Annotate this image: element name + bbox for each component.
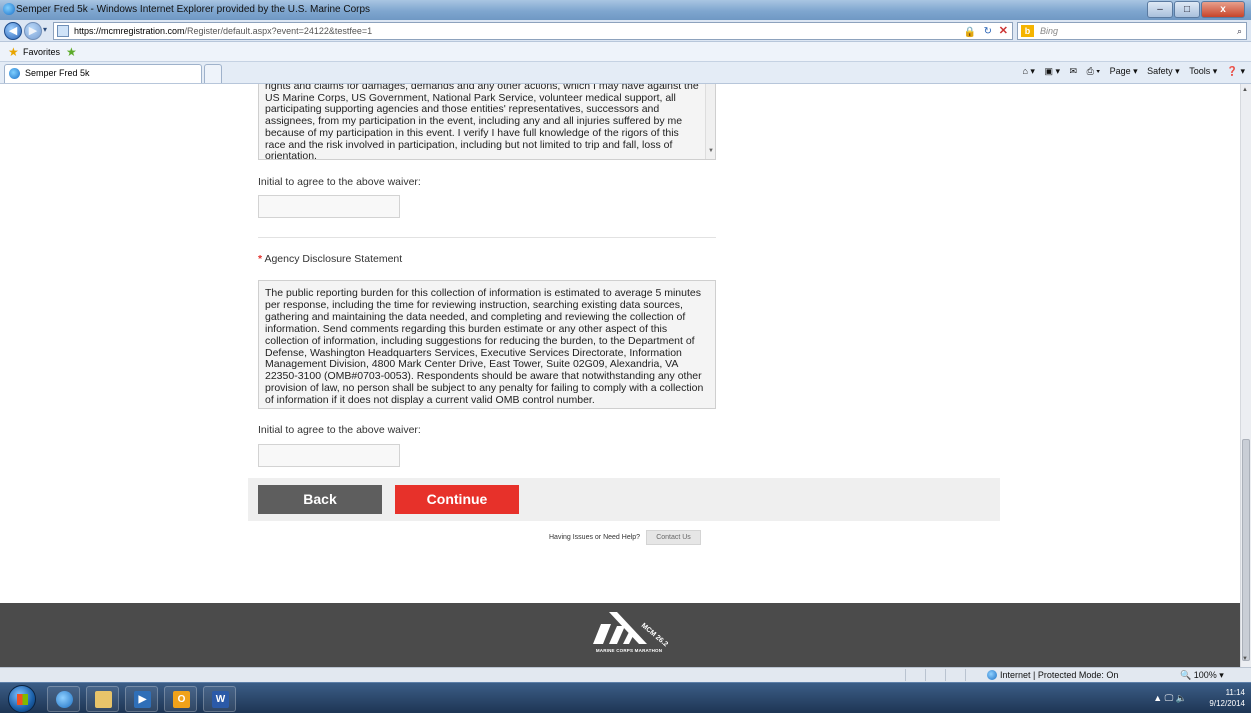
scroll-down-icon[interactable]: ▼ [1242,656,1248,662]
taskbar-ie[interactable] [47,686,80,712]
taskbar-explorer[interactable] [86,686,119,712]
address-row: ◀ ▶ ▾ https://mcmregistration.com/Regist… [0,20,1251,42]
taskbar: ▶ O W ▲ 🖵 🔈 11:14 9/12/2014 [0,682,1251,713]
address-input[interactable]: https://mcmregistration.com/Register/def… [53,22,1013,40]
print-icon[interactable]: ⎙ ▾ [1087,66,1100,76]
help-menu[interactable]: ❓ ▾ [1227,66,1245,76]
title-bar: Semper Fred 5k - Windows Internet Explor… [0,0,1251,20]
status-bar: Internet | Protected Mode: On 🔍 100% ▾ [0,667,1251,682]
url-path: /Register/default.aspx?event=24122&testf… [184,26,373,36]
page-icon [57,25,69,37]
back-nav-button[interactable]: ◀ [4,22,22,40]
media-player-icon: ▶ [134,691,151,708]
safety-menu[interactable]: Safety ▾ [1147,66,1180,76]
logo-text: MARINE CORPS MARATHON [595,648,663,653]
search-icon[interactable]: ⌕ [1237,23,1242,39]
status-separator [905,669,906,681]
scroll-thumb[interactable] [1242,439,1250,661]
back-button[interactable]: Back [258,485,382,514]
waiver-textbox[interactable]: rights and claims for damages, demands a… [258,84,716,160]
initial-input-2[interactable] [258,444,400,467]
initial-label-2: Initial to agree to the above waiver: [258,424,421,436]
tab-semper-fred[interactable]: Semper Fred 5k [4,64,202,83]
waiver-text: rights and claims for damages, demands a… [265,84,699,160]
window-controls: – □ x [1146,1,1245,18]
globe-icon [987,670,997,680]
stop-icon[interactable]: ✕ [999,23,1008,39]
section-divider [258,237,716,238]
scroll-up-icon[interactable]: ▲ [1242,87,1248,93]
help-text: Having Issues or Need Help? [549,534,641,541]
initial-label-1: Initial to agree to the above waiver: [258,176,421,188]
zoom-text: 100% [1193,670,1217,680]
minimize-button[interactable]: – [1147,1,1173,18]
command-bar: ⌂ ▾ ▣ ▾ ✉ ⎙ ▾ Page ▾ Safety ▾ Tools ▾ ❓ … [1016,66,1246,77]
clock-date[interactable]: 9/12/2014 [1209,698,1245,709]
logo-badge: MCM 26.2 [640,622,669,648]
taskbar-outlook[interactable]: O [164,686,197,712]
windows-logo-icon [17,694,28,705]
new-tab-button[interactable] [204,64,222,83]
continue-button[interactable]: Continue [395,485,519,514]
folder-icon [95,691,112,708]
scroll-down-arrow-icon[interactable]: ▼ [708,146,714,158]
security-zone[interactable]: Internet | Protected Mode: On [987,670,1118,680]
start-button[interactable] [8,685,36,713]
waiver-scrollbar[interactable]: ▼ [705,84,715,159]
contact-us-button[interactable]: Contact Us [646,530,701,545]
tab-label: Semper Fred 5k [25,68,90,78]
required-mark: * [258,253,263,265]
page-scrollbar[interactable]: ▲ ▼ [1240,84,1251,667]
tools-menu[interactable]: Tools ▾ [1189,66,1217,76]
page-content: rights and claims for damages, demands a… [0,84,1240,667]
forward-nav-button[interactable]: ▶ [24,22,42,40]
footer: MCM 26.2 MARINE CORPS MARATHON [0,603,1240,667]
mcm-logo[interactable]: MCM 26.2 MARINE CORPS MARATHON [589,610,669,662]
search-placeholder: Bing [1040,26,1059,36]
favorites-label[interactable]: Favorites [23,47,60,57]
add-favorite-icon[interactable]: ★ [66,45,77,59]
tray-icons[interactable]: ▲ 🖵 🔈 [1153,693,1187,704]
ie-taskbar-icon [56,691,73,708]
mcm-logo-mark-icon: MCM 26.2 [593,612,669,648]
status-separator [925,669,926,681]
favorites-star-icon[interactable]: ★ [8,45,19,59]
status-separator [965,669,966,681]
form-button-bar: Back Continue [248,478,1000,521]
ie-icon [3,3,15,15]
clock-time[interactable]: 11:14 [1209,687,1245,698]
page-menu[interactable]: Page ▾ [1110,66,1138,76]
initial-input-1[interactable] [258,195,400,218]
zone-text: Internet | Protected Mode: On [1000,670,1119,680]
feeds-icon[interactable]: ▣ ▾ [1044,66,1060,76]
disclosure-text: The public reporting burden for this col… [265,287,704,407]
close-button[interactable]: x [1201,1,1245,18]
disclosure-title: Agency Disclosure Statement [264,253,403,265]
disclosure-textbox[interactable]: The public reporting burden for this col… [258,280,716,409]
word-icon: W [212,691,229,708]
mail-icon[interactable]: ✉ [1070,66,1078,76]
outlook-icon: O [173,691,190,708]
browser-window: Semper Fred 5k - Windows Internet Explor… [0,0,1251,713]
window-title: Semper Fred 5k - Windows Internet Explor… [16,4,371,15]
favorites-bar: ★ Favorites ★ [0,42,1251,62]
maximize-button[interactable]: □ [1174,1,1200,18]
url-host: https://mcmregistration.com [74,26,185,36]
taskbar-word[interactable]: W [203,686,236,712]
tab-ie-icon [9,68,20,79]
tab-row: Semper Fred 5k ⌂ ▾ ▣ ▾ ✉ ⎙ ▾ Page ▾ Safe… [0,62,1251,84]
disclosure-heading: * Agency Disclosure Statement [258,253,402,265]
home-icon[interactable]: ⌂ ▾ [1023,66,1035,76]
lock-icon[interactable]: 🔒 [964,25,976,41]
zoom-level[interactable]: 🔍 100% ▾ [1180,670,1224,681]
bing-icon: b [1021,25,1034,37]
search-input[interactable]: b Bing ⌕ [1017,22,1247,40]
taskbar-media[interactable]: ▶ [125,686,158,712]
system-tray: ▲ 🖵 🔈 11:14 9/12/2014 [1153,687,1245,709]
status-separator [945,669,946,681]
history-dropdown-icon[interactable]: ▾ [43,25,47,34]
refresh-icon[interactable]: ↻ [984,24,992,40]
